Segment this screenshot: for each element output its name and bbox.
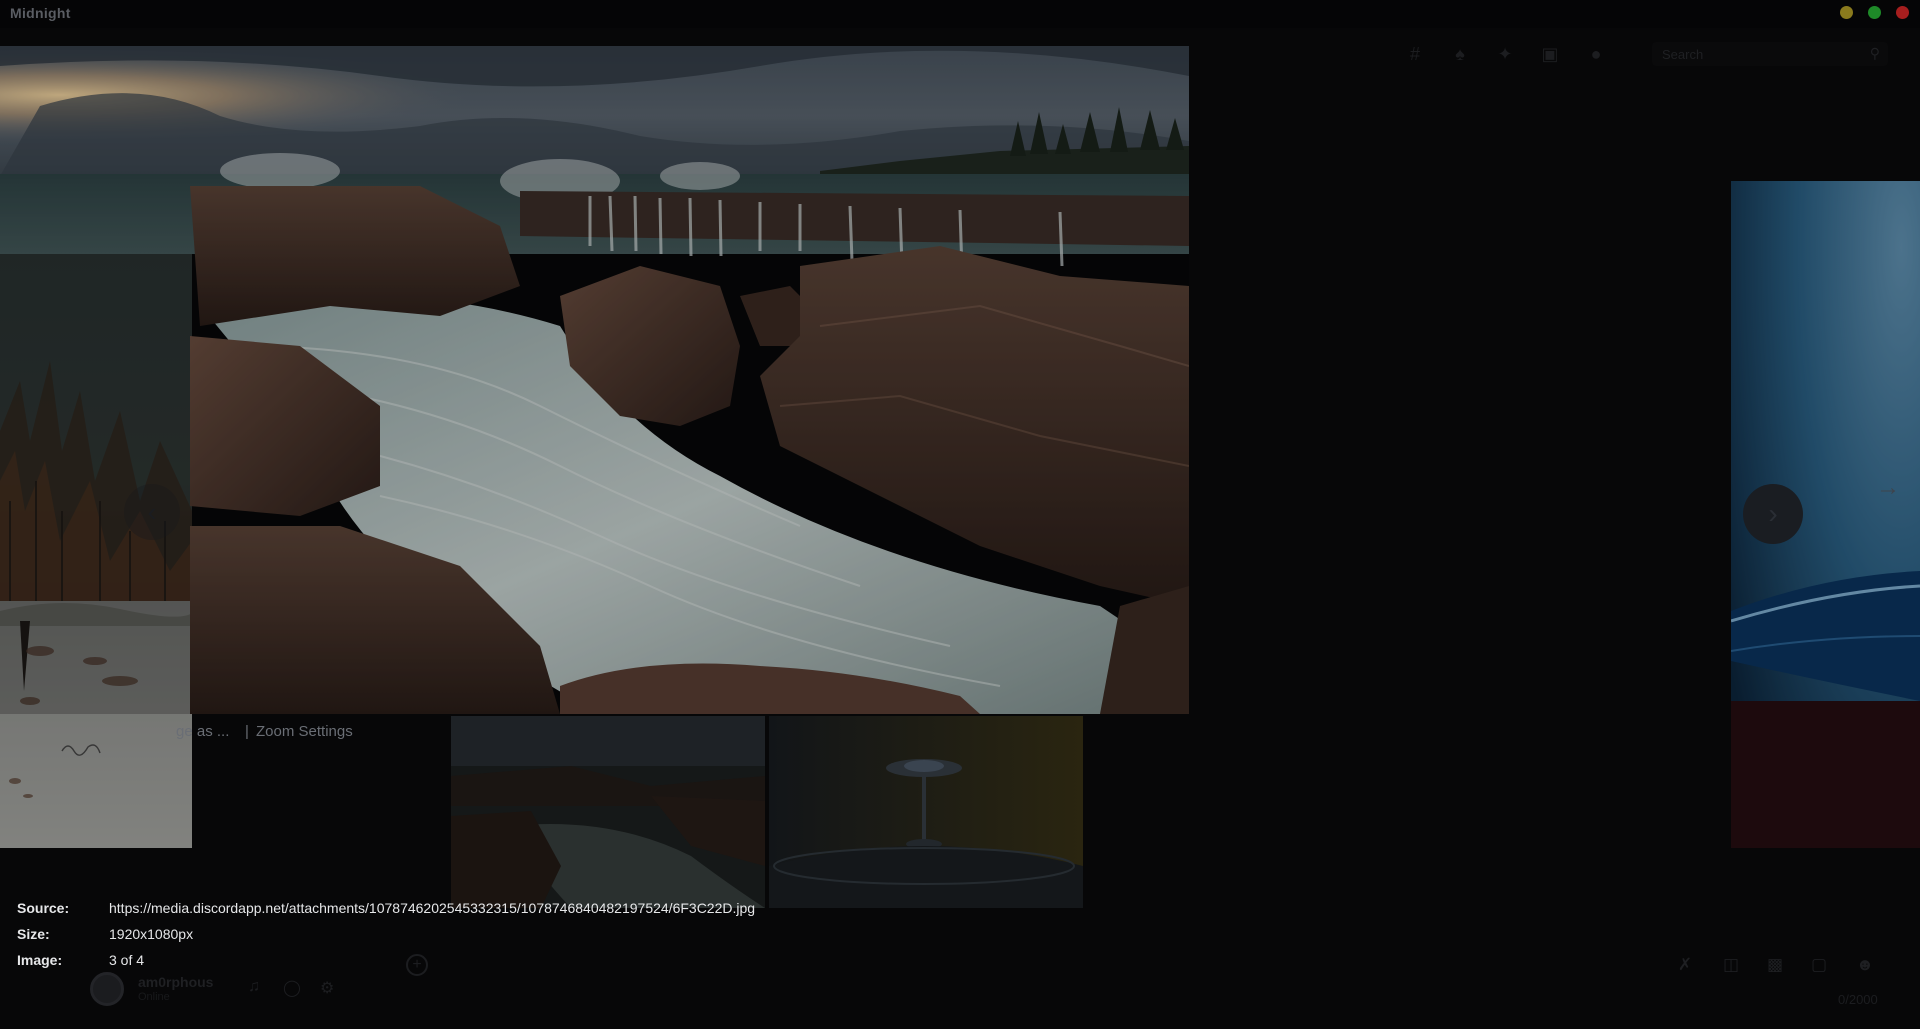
- coastline-waterfall-photo: [0, 46, 1189, 714]
- emoji-icon[interactable]: ☻: [1852, 954, 1878, 976]
- bell-icon[interactable]: ♠: [1450, 44, 1470, 64]
- microphone-icon[interactable]: ♫: [248, 978, 260, 996]
- gift-icon[interactable]: ◫: [1718, 954, 1744, 976]
- size-label: Size:: [17, 926, 50, 942]
- image-index-label: Image:: [17, 952, 63, 968]
- image-index-value: 3 of 4: [109, 952, 145, 968]
- thumbnail-image: [769, 716, 1083, 908]
- inbox-icon[interactable]: ▣: [1540, 44, 1560, 64]
- user-panel: am0rphous Online ♫ ◯ ⚙: [90, 968, 350, 1008]
- headphones-icon[interactable]: ◯: [283, 978, 301, 998]
- water-drop-thumbnail[interactable]: [769, 716, 1083, 908]
- members-icon[interactable]: ●: [1586, 44, 1606, 64]
- next-image-button[interactable]: ›: [1743, 484, 1803, 544]
- thumbnail-image: [451, 716, 765, 908]
- search-input[interactable]: Search ⚲: [1652, 42, 1888, 66]
- controls-separator: |: [245, 723, 249, 740]
- search-placeholder: Search: [1662, 47, 1704, 62]
- user-status: Online: [138, 991, 170, 1003]
- message-composer[interactable]: + ✗ ◫ ▩ ▢ ☻: [400, 946, 1880, 986]
- minimize-button[interactable]: [1840, 6, 1853, 19]
- waterfall-rocks-thumbnail[interactable]: [451, 716, 765, 908]
- add-attachment-button[interactable]: +: [406, 954, 428, 976]
- sticker-icon[interactable]: ▢: [1806, 954, 1832, 976]
- close-button[interactable]: [1896, 6, 1909, 19]
- pin-icon[interactable]: ✦: [1495, 44, 1515, 64]
- gear-icon[interactable]: ⚙: [320, 978, 334, 998]
- avatar[interactable]: [90, 972, 124, 1006]
- title-bar: Midnight: [0, 0, 1920, 28]
- maximize-button[interactable]: [1868, 6, 1881, 19]
- source-link[interactable]: https://media.discordapp.net/attachments…: [109, 900, 755, 916]
- chevron-right-icon: ›: [1768, 498, 1778, 529]
- app-window: Midnight # ♠ ✦ ▣ ● Search ⚲ am0rphous On…: [0, 0, 1920, 1029]
- arrow-right-icon[interactable]: →: [1876, 474, 1900, 502]
- gift-off-icon[interactable]: ✗: [1672, 954, 1698, 976]
- search-icon: ⚲: [1869, 45, 1880, 61]
- size-value: 1920x1080px: [109, 926, 194, 942]
- gif-icon[interactable]: ▩: [1762, 954, 1788, 976]
- username: am0rphous: [138, 974, 214, 990]
- main-image[interactable]: [0, 46, 1189, 714]
- app-title: Midnight: [10, 5, 71, 21]
- threads-icon[interactable]: #: [1405, 44, 1425, 64]
- save-image-link[interactable]: ge as ...: [176, 723, 229, 740]
- source-label: Source:: [17, 900, 70, 916]
- character-count: 0/2000: [1838, 992, 1878, 1007]
- zoom-settings-link[interactable]: Zoom Settings: [256, 723, 353, 740]
